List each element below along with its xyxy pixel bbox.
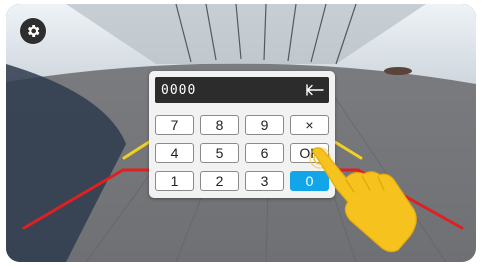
pin-display: 0000 <box>155 77 329 103</box>
key-4[interactable]: 4 <box>155 143 194 163</box>
backspace-arrow-icon <box>306 84 324 96</box>
backspace-button[interactable] <box>301 77 329 103</box>
key-8[interactable]: 8 <box>200 115 239 135</box>
key-5[interactable]: 5 <box>200 143 239 163</box>
settings-button[interactable] <box>20 18 46 44</box>
pointing-hand-icon <box>309 147 417 253</box>
camera-screen: 0000 7 8 9 × 4 5 6 OK 1 2 3 0 <box>6 4 476 262</box>
key-7[interactable]: 7 <box>155 115 194 135</box>
key-3[interactable]: 3 <box>245 171 284 191</box>
key-9[interactable]: 9 <box>245 115 284 135</box>
gear-icon <box>27 25 40 37</box>
key-1[interactable]: 1 <box>155 171 194 191</box>
pin-value: 0000 <box>161 82 197 98</box>
key-clear[interactable]: × <box>290 115 329 135</box>
key-6[interactable]: 6 <box>245 143 284 163</box>
key-2[interactable]: 2 <box>200 171 239 191</box>
